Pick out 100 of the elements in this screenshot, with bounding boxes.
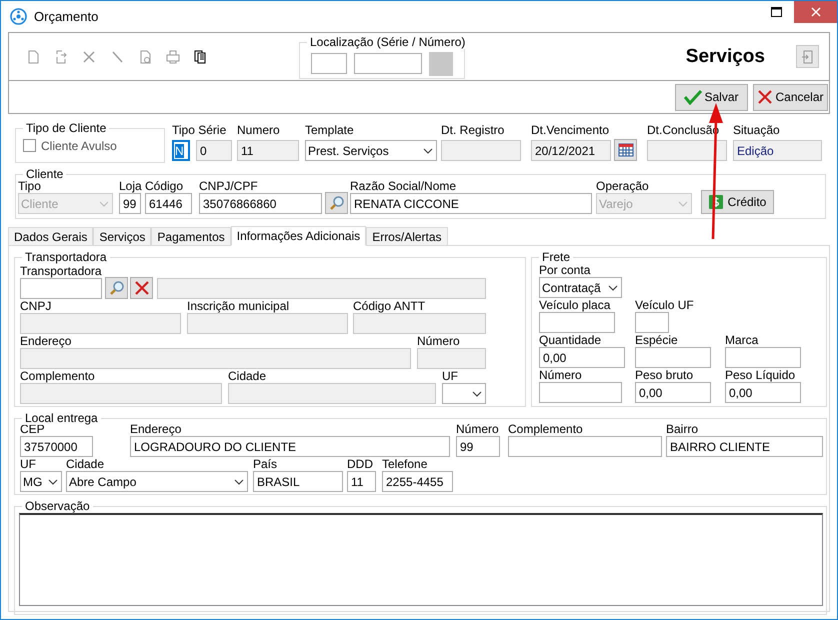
input-field[interactable] — [20, 383, 222, 404]
field-label: Numero — [237, 123, 280, 139]
input-field[interactable] — [725, 347, 801, 368]
field-label: CEP — [20, 422, 45, 436]
notes-field[interactable] — [19, 513, 823, 606]
input-field[interactable] — [228, 383, 436, 404]
input-field[interactable]: N — [172, 140, 190, 161]
dropdown[interactable]: Contrataçã — [539, 277, 622, 298]
input-field[interactable] — [353, 313, 486, 334]
field-label: Número — [417, 334, 460, 348]
input-field[interactable]: 99 — [456, 436, 500, 457]
field-label: País — [253, 457, 278, 471]
input-field[interactable] — [187, 313, 348, 334]
field-label: DDD — [347, 457, 373, 471]
chevron-down-icon — [678, 200, 688, 206]
search-button[interactable] — [325, 192, 348, 214]
input-field[interactable] — [20, 278, 102, 299]
input-field[interactable] — [441, 140, 521, 161]
field-label: Por conta — [539, 263, 590, 277]
field-label: Cidade — [66, 457, 104, 471]
tab[interactable]: Dados Gerais — [8, 227, 94, 245]
status-field: Edição — [733, 140, 822, 161]
x-icon — [757, 89, 774, 105]
input-field[interactable]: 99 — [119, 193, 141, 214]
field-label: Peso bruto — [635, 368, 694, 382]
input-field[interactable] — [20, 348, 411, 369]
number-field[interactable] — [354, 53, 422, 74]
field-label: Marca — [725, 333, 758, 347]
calendar-button[interactable] — [614, 139, 637, 161]
field-label: Operação — [596, 179, 649, 193]
group-legend: Transportadora — [22, 250, 110, 264]
field-label: Situação — [733, 123, 780, 139]
field-label: Quantidade — [539, 333, 602, 347]
input-field[interactable]: LOGRADOURO DO CLIENTE — [130, 436, 450, 457]
field-label: Bairro — [666, 422, 698, 436]
input-field[interactable]: 0,00 — [725, 382, 801, 403]
input-field[interactable]: 2255-4455 — [382, 471, 453, 492]
group-legend: Cliente — [23, 167, 66, 181]
check-icon — [684, 89, 702, 105]
input-field[interactable] — [539, 312, 615, 333]
input-field[interactable] — [635, 347, 711, 368]
field-label: Transportadora — [20, 264, 102, 278]
input-field[interactable] — [539, 382, 622, 403]
series-field[interactable] — [311, 53, 347, 74]
input-field[interactable] — [647, 140, 727, 161]
field-label: Veículo UF — [635, 298, 694, 312]
calendar-icon — [618, 143, 634, 157]
chevron-down-icon — [608, 284, 618, 290]
tab[interactable]: Serviços — [93, 227, 152, 245]
input-field[interactable]: 37570000 — [20, 436, 93, 457]
printer-icon — [165, 48, 181, 64]
input-field[interactable]: 11 — [347, 471, 376, 492]
cancel-button[interactable]: Cancelar — [753, 84, 828, 110]
search-button[interactable] — [105, 277, 128, 299]
group-legend: Observação — [22, 499, 93, 513]
chevron-down-icon — [99, 200, 109, 206]
tab[interactable]: Pagamentos — [151, 227, 231, 245]
input-field[interactable]: BAIRRO CLIENTE — [666, 436, 823, 457]
credit-button[interactable]: Crédito — [701, 190, 774, 214]
input-field[interactable] — [417, 348, 486, 369]
input-field[interactable]: 0,00 — [635, 382, 711, 403]
form-heading: Serviços — [686, 46, 765, 68]
close-button[interactable] — [794, 1, 837, 23]
input-field[interactable] — [20, 313, 181, 334]
field-label: Dt. Registro — [441, 123, 504, 139]
input-field[interactable] — [157, 278, 486, 299]
field-label: Endereço — [20, 334, 72, 348]
chevron-down-icon — [423, 148, 433, 154]
field-label: Tipo — [18, 179, 41, 193]
dropdown[interactable] — [442, 383, 486, 404]
field-label: Número — [456, 422, 499, 436]
dropdown[interactable]: Prest. Serviços — [305, 140, 437, 161]
field-label: Complemento — [508, 422, 583, 436]
input-field[interactable]: 61446 — [145, 193, 192, 214]
input-field[interactable]: BRASIL — [253, 471, 343, 492]
save-button[interactable]: Salvar — [675, 84, 748, 110]
input-field[interactable]: 35076866860 — [199, 193, 322, 214]
input-field[interactable]: RENATA CICCONE — [350, 193, 592, 214]
input-field[interactable] — [635, 312, 669, 333]
door-icon — [800, 50, 814, 64]
tab[interactable]: Informações Adicionais — [230, 226, 366, 246]
window-title: Orçamento — [34, 8, 98, 24]
input-field[interactable]: 0 — [196, 140, 232, 161]
group-legend: Frete — [539, 250, 574, 264]
field-label: Cidade — [228, 369, 266, 383]
exit-button[interactable] — [796, 45, 819, 68]
magnifier-icon — [108, 280, 124, 296]
field-label: Endereço — [130, 422, 182, 436]
input-field[interactable]: 20/12/2021 — [531, 140, 611, 161]
dropdown[interactable]: Abre Campo — [66, 471, 248, 492]
input-field[interactable] — [508, 436, 662, 457]
field-label: UF — [20, 457, 36, 471]
input-field[interactable]: 11 — [237, 140, 299, 161]
locate-button[interactable] — [429, 52, 453, 76]
dropdown[interactable]: MG — [20, 471, 62, 492]
input-field[interactable]: 0,00 — [539, 347, 625, 368]
checkbox[interactable] — [23, 139, 36, 152]
field-label: Inscrição municipal — [187, 299, 290, 313]
tab[interactable]: Erros/Alertas — [366, 227, 448, 245]
clear-button[interactable] — [130, 277, 153, 299]
